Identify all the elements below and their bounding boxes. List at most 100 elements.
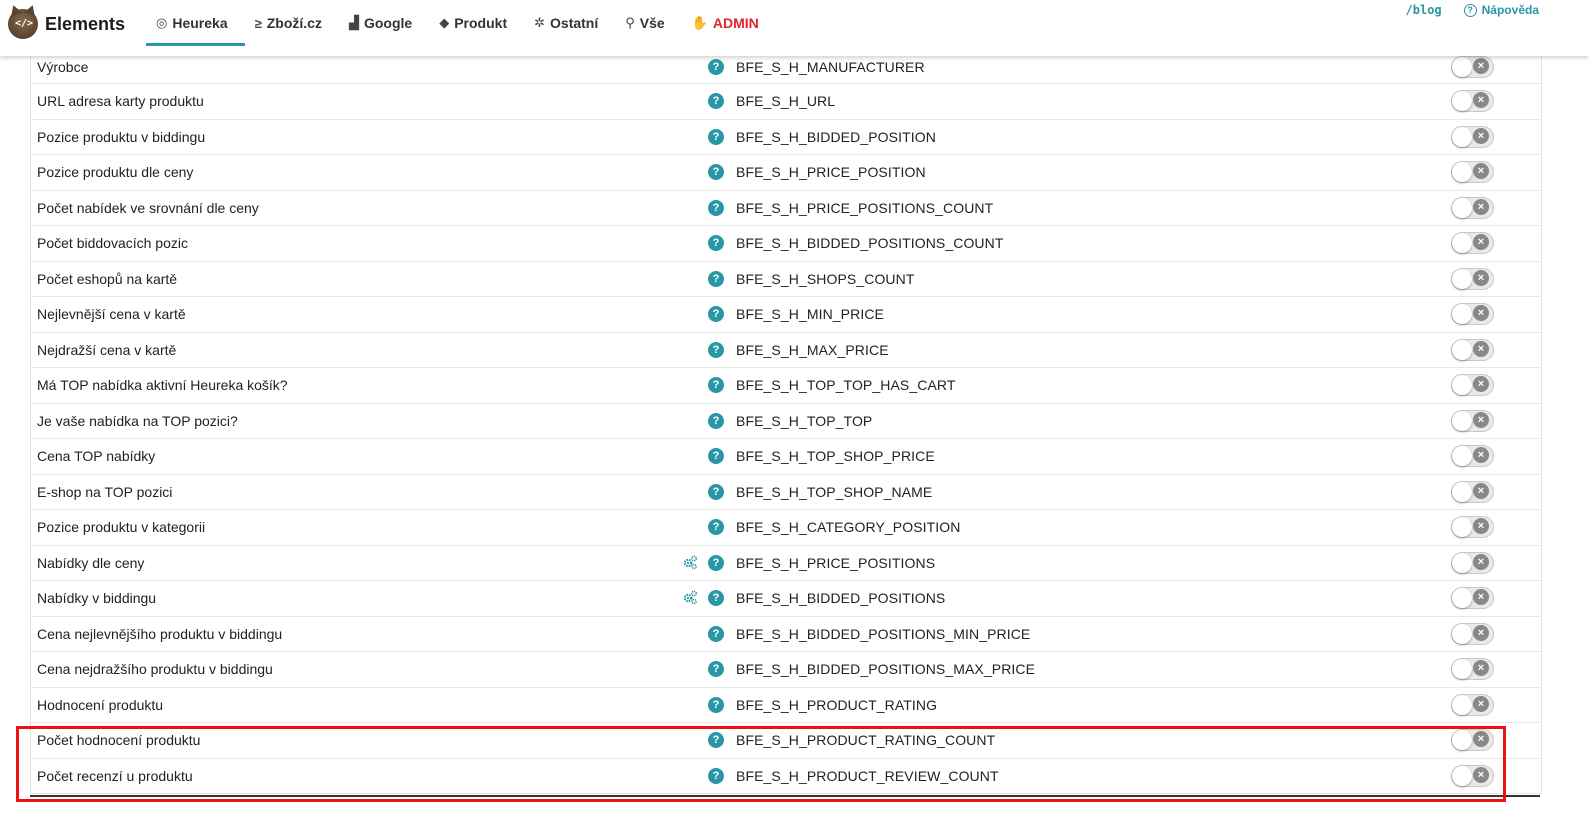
help-question-icon[interactable]: ? [708, 732, 724, 748]
nav-tab-label: Heureka [172, 15, 228, 31]
toggle-off-x-icon: × [1473, 766, 1489, 783]
help-question-icon[interactable]: ? [708, 270, 724, 287]
column-settings-table: Výrobce? BFE_S_H_MANUFACTURER × URL adresa … [30, 50, 1542, 794]
enable-toggle[interactable]: × [1451, 161, 1494, 183]
table-row: Hodnocení produktu? BFE_S_H_PRODUCT_RATIN… [31, 688, 1541, 723]
toggle-off-x-icon: × [1473, 127, 1489, 144]
row-code: BFE_S_H_MANUFACTURER [736, 59, 925, 75]
toggle-off-x-icon: × [1473, 92, 1489, 108]
zbozi-icon: ≥ [254, 15, 262, 31]
enable-toggle[interactable]: × [1451, 374, 1494, 396]
table-row: Nabídky v biddingu? BFE_S_H_BIDDED_POSITI… [31, 581, 1541, 617]
enable-toggle[interactable]: × [1451, 516, 1494, 538]
enable-toggle[interactable]: × [1451, 196, 1494, 219]
help-link-label: Nápověda [1481, 3, 1539, 17]
enable-toggle[interactable]: × [1451, 445, 1494, 467]
help-question-icon[interactable]: ? [708, 93, 724, 109]
nav-tab-produkt[interactable]: ◆ Produkt [429, 0, 524, 46]
enable-toggle[interactable]: × [1451, 90, 1494, 112]
row-label: Nejdražší cena v kartě [37, 341, 177, 358]
toggle-knob [1452, 517, 1472, 537]
row-code: BFE_S_H_PRICE_POSITIONS_COUNT [736, 199, 994, 216]
help-question-icon[interactable]: ? [708, 554, 724, 571]
help-question-icon[interactable]: ? [708, 164, 724, 180]
row-label: Počet eshopů na kartě [37, 270, 178, 287]
row-label: Nabídky v biddingu [37, 590, 157, 606]
settings-gears-icon[interactable] [682, 589, 698, 605]
app-name: Elements [45, 13, 126, 34]
help-question-icon[interactable]: ? [708, 377, 724, 393]
top-right-links: /blog ? Nápověda [1406, 3, 1539, 17]
nav-tab-google[interactable]: ▟ Google [339, 0, 429, 46]
toggle-knob [1452, 588, 1472, 608]
gear-outline-icon: ✲ [534, 15, 546, 30]
row-label: Cena nejdražšího produktu v biddingu [37, 661, 273, 677]
enable-toggle[interactable]: × [1451, 125, 1494, 148]
table-row: E-shop na TOP pozici? BFE_S_H_TOP_SHOP_NA… [31, 475, 1541, 510]
table-row: URL adresa karty produktu? BFE_S_H_URL × [31, 84, 1541, 120]
toggle-off-x-icon: × [1473, 447, 1489, 463]
table-row: Cena TOP nabídky? BFE_S_H_TOP_SHOP_PRICE × [31, 439, 1541, 475]
toggle-off-x-icon: × [1473, 198, 1489, 215]
toggle-off-x-icon: × [1473, 269, 1489, 286]
help-question-icon[interactable]: ? [708, 590, 724, 606]
enable-toggle[interactable]: × [1451, 303, 1494, 325]
table-row: Nejlevnější cena v kartě? BFE_S_H_MIN_PRI… [31, 297, 1541, 333]
help-question-icon[interactable]: ? [708, 767, 724, 784]
nav-tab-admin[interactable]: ✋ ADMIN [682, 0, 776, 46]
tag-icon: ◆ [439, 15, 450, 30]
toggle-knob [1452, 694, 1472, 715]
help-question-icon[interactable]: ? [708, 235, 724, 251]
help-question-icon[interactable]: ? [708, 199, 724, 216]
settings-gears-icon[interactable] [682, 554, 698, 570]
enable-toggle[interactable]: × [1451, 587, 1494, 609]
nav-tab-heureka[interactable]: ◎ Heureka [146, 0, 245, 46]
enable-toggle[interactable]: × [1451, 658, 1494, 680]
help-question-icon[interactable]: ? [708, 661, 724, 677]
help-question-icon[interactable]: ? [708, 519, 724, 535]
table-row: Počet nabídek ve srovnání dle ceny? BFE_S… [31, 191, 1541, 226]
enable-toggle[interactable]: × [1451, 764, 1494, 787]
table-row: Cena nejdražšího produktu v biddingu? BFE… [31, 652, 1541, 688]
nav-tab-v-e[interactable]: ⚲ Vše [615, 0, 681, 46]
table-row: Počet biddovacích pozic? BFE_S_H_BIDDED_P… [31, 226, 1541, 262]
help-question-icon[interactable]: ? [708, 412, 724, 429]
enable-toggle[interactable]: × [1451, 551, 1494, 574]
help-question-icon[interactable]: ? [708, 128, 724, 145]
toggle-off-x-icon: × [1473, 731, 1489, 747]
enable-toggle[interactable]: × [1451, 56, 1494, 78]
help-question-icon[interactable]: ? [708, 625, 724, 642]
toggle-off-x-icon: × [1473, 58, 1489, 74]
enable-toggle[interactable]: × [1451, 693, 1494, 716]
help-question-icon[interactable]: ? [708, 696, 724, 713]
help-link[interactable]: ? Nápověda [1463, 3, 1539, 17]
row-label: Má TOP nabídka aktivní Heureka košík? [37, 377, 288, 393]
help-question-icon[interactable]: ? [708, 59, 724, 75]
enable-toggle[interactable]: × [1451, 267, 1494, 290]
logo-code-glyph: </> [15, 18, 34, 29]
toggle-knob [1452, 765, 1472, 786]
help-question-icon[interactable]: ? [708, 483, 724, 500]
row-code: BFE_S_H_PRODUCT_RATING_COUNT [736, 732, 996, 748]
help-question-icon[interactable]: ? [708, 448, 724, 464]
nav-tab-zbo-cz[interactable]: ≥ Zboží.cz [245, 0, 339, 46]
help-question-icon[interactable]: ? [708, 306, 724, 322]
enable-toggle[interactable]: × [1451, 338, 1494, 361]
enable-toggle[interactable]: × [1451, 729, 1494, 751]
row-label: Pozice produktu v kategorii [37, 519, 206, 535]
enable-toggle[interactable]: × [1451, 622, 1494, 645]
toggle-knob [1452, 446, 1472, 466]
search-icon: ⚲ [625, 15, 635, 30]
table-row: Počet eshopů na kartě? BFE_S_H_SHOPS_COUN… [31, 262, 1541, 297]
toggle-off-x-icon: × [1473, 553, 1489, 570]
top-navigation-bar: </> Elements ◎ Heureka ≥ Zboží.cz ▟ Google ◆ Pr… [0, 0, 1589, 56]
enable-toggle[interactable]: × [1451, 409, 1494, 432]
blog-link[interactable]: /blog [1406, 3, 1442, 17]
nav-tab-ostatn-[interactable]: ✲ Ostatní [524, 0, 615, 46]
enable-toggle[interactable]: × [1451, 232, 1494, 254]
help-question-icon[interactable]: ? [708, 341, 724, 358]
enable-toggle[interactable]: × [1451, 480, 1494, 503]
brand[interactable]: </> Elements [8, 9, 125, 39]
table-row: Počet recenzí u produktu? BFE_S_H_PRODUCT… [31, 759, 1541, 794]
toggle-off-x-icon: × [1473, 163, 1489, 179]
